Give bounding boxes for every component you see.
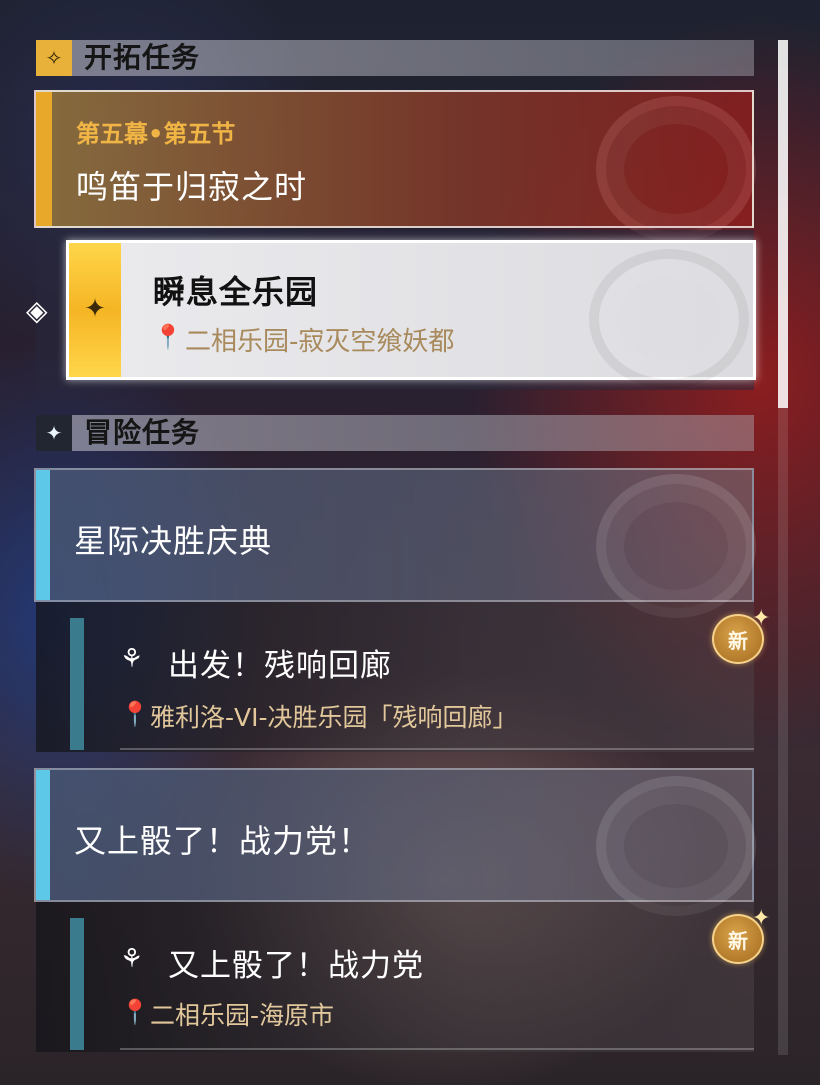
trailblaze-section-header: ✧ 开拓任务 xyxy=(36,40,754,76)
selected-indicator-icon: ◈ xyxy=(26,294,48,327)
quest-location: 雅利洛-VI-决胜乐园「残响回廊」 xyxy=(150,703,518,732)
trailblaze-compass-icon: ✧ xyxy=(36,40,72,76)
mission-emblem-icon xyxy=(596,474,756,618)
mission-title: 鸣笛于归寂之时 xyxy=(76,168,308,206)
quest-title: 出发！残响回廊 xyxy=(168,648,392,684)
adventure-mission-title: 星际决胜庆典 xyxy=(74,522,273,560)
quest-accent-bar xyxy=(70,918,84,1050)
step-title: 瞬息全乐园 xyxy=(153,273,319,311)
adventure-star-icon: ✦ xyxy=(36,415,72,451)
quest-location: 二相乐园-海原市 xyxy=(150,1001,335,1030)
faction-emblem-icon xyxy=(596,96,756,242)
mission-emblem-icon xyxy=(596,776,756,916)
selected-mission-step[interactable]: ✦ 瞬息全乐园 📍 二相乐园-寂灭空飨妖都 xyxy=(66,240,756,389)
adventure-section-header: ✦ 冒险任务 xyxy=(36,415,754,451)
location-pin-icon: 📍 xyxy=(120,700,150,728)
tracking-strip: ✦ xyxy=(69,243,121,377)
quest-type-icon: ⚘ xyxy=(120,944,144,974)
trailblaze-star-icon: ✦ xyxy=(84,294,106,324)
adventure-accent-bar xyxy=(36,770,50,900)
adventure-mission-title: 又上骰了！战力党！ xyxy=(74,822,372,860)
mission-act-label: 第五幕•第五节 xyxy=(76,120,236,148)
quest-accent-bar xyxy=(70,618,84,750)
quest-type-icon: ⚘ xyxy=(120,644,144,674)
trailblaze-accent-bar xyxy=(36,92,52,226)
step-emblem-icon xyxy=(589,249,749,389)
sparkle-icon: ✦ xyxy=(752,906,771,931)
quest-item[interactable]: ⚘ 又上骰了！战力党 📍 二相乐园-海原市 xyxy=(36,902,754,1052)
adventure-mission-card[interactable]: 星际决胜庆典 xyxy=(34,468,756,618)
step-location: 二相乐园-寂灭空飨妖都 xyxy=(185,327,455,357)
divider xyxy=(120,748,754,750)
adventure-accent-bar xyxy=(36,470,50,600)
trailblaze-section-title: 开拓任务 xyxy=(84,41,201,74)
location-pin-icon: 📍 xyxy=(153,323,183,351)
adventure-section-title: 冒险任务 xyxy=(84,416,201,449)
quest-title: 又上骰了！战力党 xyxy=(168,948,424,984)
trailblaze-mission-card[interactable]: 第五幕•第五节 鸣笛于归寂之时 xyxy=(34,90,756,242)
quest-item[interactable]: ⚘ 出发！残响回廊 📍 雅利洛-VI-决胜乐园「残响回廊」 xyxy=(36,602,754,752)
sparkle-icon: ✦ xyxy=(752,606,771,631)
divider xyxy=(120,1048,754,1050)
scrollbar-thumb[interactable] xyxy=(778,40,788,408)
location-pin-icon: 📍 xyxy=(120,998,150,1026)
adventure-mission-card[interactable]: 又上骰了！战力党！ xyxy=(34,768,756,916)
